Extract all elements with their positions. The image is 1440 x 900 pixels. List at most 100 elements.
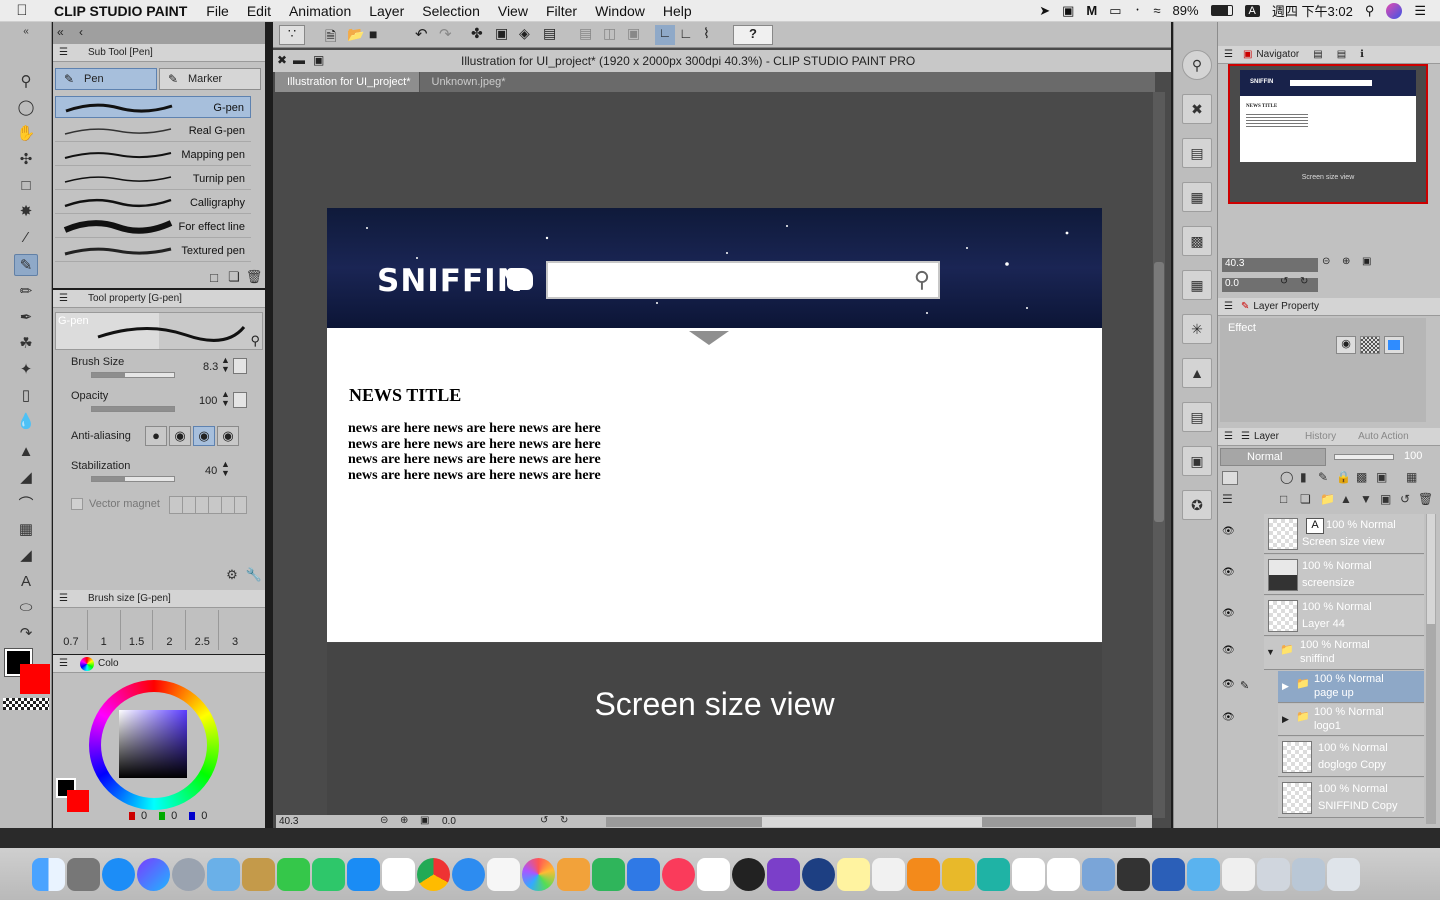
effect-line-icon[interactable]: ✳ — [1182, 314, 1212, 344]
opacity-effect-icon[interactable] — [233, 392, 247, 408]
doc-tab-active[interactable]: Illustration for UI_project* — [275, 72, 420, 92]
photos-icon[interactable] — [522, 857, 555, 891]
aa-none-icon[interactable]: ● — [145, 426, 167, 446]
input-method[interactable]: A — [1244, 4, 1260, 17]
frame-material-icon[interactable]: ▦ — [1182, 270, 1212, 300]
aa-medium-icon[interactable]: ◉ — [193, 426, 215, 446]
clear-icon[interactable]: ✤ — [471, 25, 483, 42]
hamburger-icon[interactable]: ☰ — [59, 293, 68, 304]
layer-color-icon[interactable] — [1384, 336, 1404, 354]
layer-property-tab-icon[interactable]: ✎ — [1241, 301, 1249, 312]
datetime[interactable]: 週四 下午3:02 — [1272, 1, 1353, 20]
subview-tab-icon[interactable]: ▤ — [1313, 49, 1322, 60]
3d-object-icon[interactable]: ▣ — [1182, 446, 1212, 476]
visibility-eye-icon[interactable]: 👁 — [1222, 526, 1235, 537]
layer-opacity-slider[interactable] — [1334, 454, 1394, 460]
reminders-icon[interactable] — [487, 857, 520, 891]
lock-alpha-icon[interactable]: ▩ — [1356, 470, 1367, 484]
lasso-tool-icon[interactable]: ◯ — [14, 96, 38, 118]
menu-file[interactable]: File — [197, 3, 238, 19]
size-preset[interactable]: 0.7 — [55, 610, 88, 650]
stepper-icon[interactable]: ▲ ▼ — [221, 356, 230, 374]
battery-text[interactable]: 89% — [1173, 3, 1199, 18]
trash-icon[interactable] — [1327, 857, 1360, 891]
pages-icon[interactable] — [557, 857, 590, 891]
vector-magnet-checkbox[interactable] — [71, 498, 83, 510]
bluetooth-icon[interactable]: ᛫ — [1134, 3, 1142, 18]
safari-icon[interactable] — [452, 857, 485, 891]
wrench-icon[interactable]: 🔧 — [243, 566, 265, 584]
battery-icon[interactable] — [1210, 5, 1233, 16]
search-icon[interactable]: ⚲ — [914, 267, 930, 293]
selection-tool-icon[interactable]: □ — [14, 174, 38, 196]
size-preset[interactable]: 1.5 — [121, 610, 154, 650]
new-file-icon[interactable]: 🗎 — [325, 26, 336, 50]
pen-tool-icon[interactable]: ✎ — [14, 254, 38, 276]
rotate-right-icon[interactable]: ↻ — [560, 815, 568, 826]
scroll-thumb[interactable] — [1427, 514, 1435, 624]
size-preset[interactable]: 2.5 — [186, 610, 220, 650]
background-icon[interactable]: ▲ — [1182, 358, 1212, 388]
siri-icon[interactable] — [137, 857, 170, 891]
menu-filter[interactable]: Filter — [537, 3, 586, 19]
visual-studio-icon[interactable] — [767, 857, 800, 891]
maximize-window-icon[interactable]: ▣ — [313, 53, 324, 67]
doc-tab[interactable]: Unknown.jpeg* — [420, 72, 514, 92]
scroll-thumb[interactable] — [1154, 262, 1164, 522]
apple-icon[interactable]:  — [0, 2, 44, 19]
brush-g-pen[interactable]: G-pen — [55, 96, 251, 118]
reference-icon[interactable]: ▮ — [1300, 470, 1307, 484]
messages-icon[interactable] — [277, 857, 310, 891]
downloads-icon[interactable] — [1292, 857, 1325, 891]
aa-strong-icon[interactable]: ◉ — [217, 426, 239, 446]
sub-color-mini[interactable] — [67, 790, 89, 812]
decoration-icon[interactable]: ✦ — [14, 358, 38, 380]
image-capture-icon[interactable] — [1082, 857, 1115, 891]
snap-grid-icon[interactable]: ⌇ — [703, 25, 710, 42]
expand-icon[interactable]: ▣ — [627, 25, 640, 42]
collapse-arrows-icon[interactable]: « — [57, 25, 64, 39]
menu-animation[interactable]: Animation — [280, 3, 360, 19]
stepper-icon[interactable]: ▲ ▼ — [221, 390, 230, 408]
color-tab-label[interactable]: Colo — [98, 658, 119, 669]
material-icon[interactable]: ✖ — [1182, 94, 1212, 124]
color-square[interactable] — [119, 710, 187, 778]
search-icon[interactable]: ⚲ — [1182, 50, 1212, 80]
transform-icon[interactable]: ▤ — [543, 25, 556, 42]
ruler-icon[interactable]: ◢ — [14, 544, 38, 566]
move-down-icon[interactable]: ▼ — [1360, 492, 1372, 506]
opacity-value[interactable]: 100 — [199, 395, 217, 407]
minimize-window-icon[interactable]: ▬ — [293, 53, 305, 67]
brush-effect-line[interactable]: For effect line — [55, 216, 251, 238]
magic-wand-icon[interactable]: ✸ — [14, 200, 38, 222]
new-folder-icon[interactable]: 📁 — [1320, 492, 1335, 506]
document-canvas[interactable]: SNIFFIN ⚲ NEWS TITLE news are here news … — [327, 208, 1102, 642]
image-material-icon[interactable]: ▤ — [1182, 138, 1212, 168]
figure-icon[interactable]: ⌒ — [14, 492, 38, 514]
siri-icon[interactable] — [1386, 2, 1403, 19]
blend-mode-select[interactable]: Normal — [1220, 448, 1326, 466]
sourcetree-icon[interactable] — [1047, 857, 1080, 891]
3d-figure-icon[interactable]: ✪ — [1182, 490, 1212, 520]
unity-icon[interactable] — [1012, 857, 1045, 891]
layer-tab[interactable]: Layer — [1254, 431, 1279, 442]
menu-selection[interactable]: Selection — [413, 3, 489, 19]
menu-view[interactable]: View — [489, 3, 537, 19]
search-bar[interactable]: ⚲ — [546, 261, 940, 299]
collapse-icon[interactable]: « — [14, 24, 38, 38]
hamburger-icon[interactable]: ☰ — [59, 593, 68, 604]
visibility-eye-icon[interactable]: 👁 — [1222, 679, 1235, 690]
notification-icon[interactable]: ☰ — [1414, 3, 1426, 19]
brush-size-slider[interactable] — [91, 372, 175, 378]
rotate-left-icon[interactable]: ↺ — [540, 815, 548, 826]
close-window-icon[interactable]: ✖ — [277, 53, 287, 67]
fit-icon[interactable]: ▣ — [420, 815, 429, 826]
layer-row[interactable]: 👁 A 100 % Normal Screen size view — [1222, 514, 1424, 554]
invert-icon[interactable]: ◫ — [603, 25, 616, 42]
redo-icon[interactable]: ↷ — [439, 25, 452, 43]
ruler-range-icon[interactable]: ▦ — [1406, 470, 1417, 484]
frame-icon[interactable]: ▦ — [14, 518, 38, 540]
tool-info-tab-icon[interactable]: ℹ — [1360, 49, 1364, 60]
zoom-value[interactable]: 40.3 — [279, 816, 298, 827]
copy-subtool-icon[interactable]: ❏ — [223, 268, 245, 286]
